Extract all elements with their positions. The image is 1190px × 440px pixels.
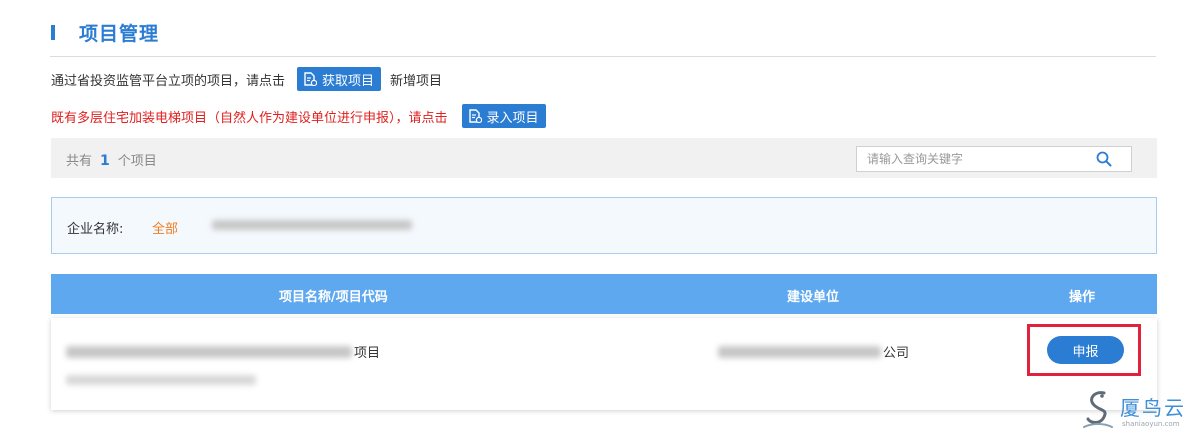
count-suffix: 个项目 [117, 154, 157, 169]
filter-option-all[interactable]: 全部 [152, 218, 178, 237]
intro-enter-text: 既有多层住宅加装电梯项目（自然人作为建设单位进行申报），请点击 [51, 110, 448, 126]
watermark-brand: 厦鸟云 [1120, 396, 1186, 420]
table-row: 项目 公司 申报 [51, 318, 1157, 410]
search-box [856, 146, 1132, 172]
construction-unit-redacted [718, 345, 881, 358]
intro-line-fetch: 通过省投资监管平台立项的项目，请点击 获取项目 新增项目 [51, 67, 442, 91]
page-title: 项目管理 [79, 23, 160, 45]
watermark: 厦鸟云 shaniaoyun.com [1078, 387, 1186, 433]
count-prefix: 共有 [66, 154, 93, 169]
project-name-suffix: 项目 [354, 346, 381, 361]
column-header-action: 操作 [1069, 290, 1096, 305]
table-header: 项目名称/项目代码 建设单位 操作 [51, 274, 1157, 314]
header-accent-bar [51, 25, 55, 40]
filter-label: 企业名称: [67, 222, 124, 237]
construction-unit: 公司 [718, 342, 909, 361]
column-header-project: 项目名称/项目代码 [279, 290, 388, 305]
project-code-redacted [66, 375, 256, 385]
highlight-annotation: 申报 [1027, 324, 1141, 376]
search-icon[interactable] [1096, 151, 1112, 167]
construction-unit-suffix: 公司 [883, 346, 910, 361]
report-button[interactable]: 申报 [1047, 336, 1124, 364]
intro-fetch-text: 通过省投资监管平台立项的项目，请点击 [51, 73, 286, 89]
watermark-site: shaniaoyun.com [1122, 420, 1180, 428]
bird-logo-icon [1083, 391, 1113, 428]
project-count: 共有 1 个项目 [66, 150, 157, 169]
fetch-project-button[interactable]: 获取项目 [297, 67, 382, 91]
count-number: 1 [100, 153, 110, 169]
project-name-redacted [66, 345, 352, 358]
document-add-icon [468, 109, 482, 123]
filter-option-company-redacted[interactable] [212, 220, 412, 230]
fetch-project-label: 获取项目 [322, 73, 375, 89]
column-header-unit: 建设单位 [787, 290, 840, 305]
document-add-icon [304, 72, 318, 86]
intro-fetch-suffix: 新增项目 [390, 73, 443, 89]
search-input[interactable] [857, 147, 1097, 171]
project-name: 项目 [66, 342, 380, 361]
page-header: 项目管理 [50, 18, 1156, 57]
enter-project-label: 录入项目 [486, 110, 539, 126]
intro-line-enter: 既有多层住宅加装电梯项目（自然人作为建设单位进行申报），请点击 录入项目 [51, 104, 555, 128]
summary-bar: 共有 1 个项目 [51, 138, 1157, 178]
enter-project-button[interactable]: 录入项目 [461, 104, 546, 128]
company-filter: 企业名称: 全部 [51, 197, 1157, 254]
